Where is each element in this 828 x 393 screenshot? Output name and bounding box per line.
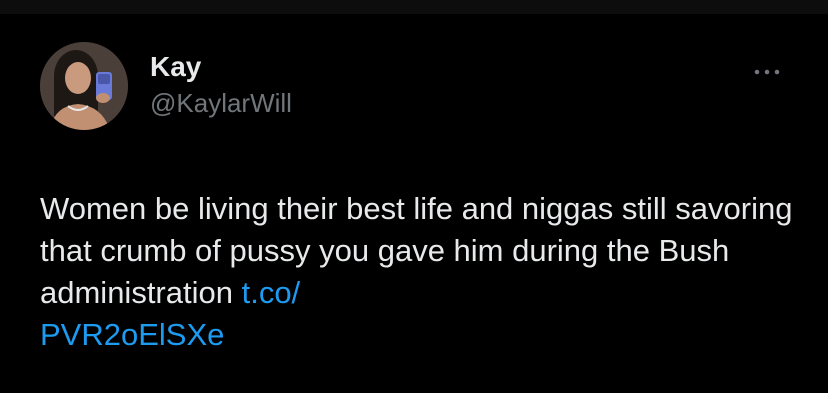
handle[interactable]: @KaylarWill bbox=[150, 86, 292, 120]
profile-photo-icon bbox=[40, 42, 128, 130]
display-name[interactable]: Kay bbox=[150, 50, 292, 84]
ellipsis-icon[interactable] bbox=[752, 62, 782, 82]
tweet-link-part1: t.co/ bbox=[241, 275, 301, 310]
tweet[interactable]: Kay @KaylarWill Women be living their be… bbox=[0, 14, 828, 393]
author-info: Kay @KaylarWill bbox=[150, 50, 292, 120]
tweet-link-part2: PVR2oElSXe bbox=[40, 317, 225, 352]
tweet-text: Women be living their best life and nigg… bbox=[40, 188, 800, 356]
tweet-body: Women be living their best life and nigg… bbox=[40, 191, 793, 310]
top-border bbox=[0, 0, 828, 14]
avatar[interactable] bbox=[40, 42, 128, 130]
